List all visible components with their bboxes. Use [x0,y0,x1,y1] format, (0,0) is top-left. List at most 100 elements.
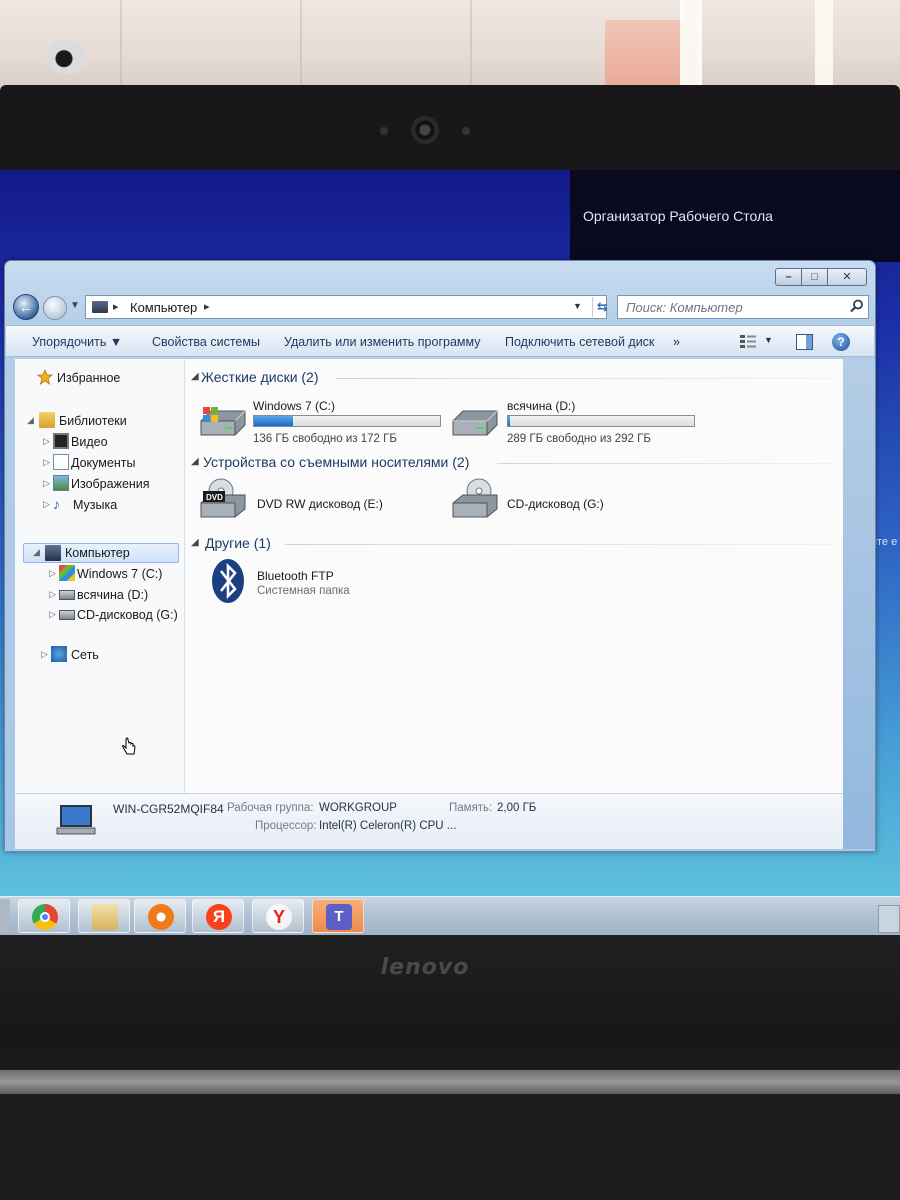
taskbar-yandex[interactable]: Я [192,899,244,933]
breadcrumb-separator-icon[interactable]: ▸ [113,300,119,313]
hard-drive-icon[interactable] [451,409,499,439]
taskbar: Я Y T [0,896,900,938]
map-network-drive-button[interactable]: Подключить сетевой диск [505,335,654,349]
expand-triangle-icon[interactable]: ▷ [49,568,56,579]
explorer-window[interactable]: – □ ✕ ← → ▼ ▸ Компьютер ▸ ▼ ⇆ Поиск: Ком… [4,260,876,852]
group-header-removable[interactable]: Устройства со съемными носителями (2) [203,454,469,470]
sidebar-item-drive-c[interactable]: Windows 7 (C:) [77,567,162,581]
maximize-button[interactable]: □ [801,268,827,286]
group-collapse-icon[interactable]: ◢ [191,456,199,467]
minimize-button[interactable]: – [775,268,801,286]
drive-e-name[interactable]: DVD RW дисковод (E:) [257,497,383,511]
sidebar-item-network[interactable]: Сеть [71,648,99,662]
details-pane: WIN-CGR52MQIF84 Рабочая группа: WORKGROU… [15,793,843,849]
taskbar-yandex-browser[interactable]: Y [252,899,304,933]
expand-triangle-icon[interactable]: ▷ [41,649,48,660]
taskbar-media-player[interactable] [134,899,186,933]
close-button[interactable]: ✕ [827,268,867,286]
webcam-icon [411,116,439,144]
system-properties-button[interactable]: Свойства системы [152,335,260,349]
taskbar-teams[interactable]: T [312,899,364,933]
expand-triangle-icon[interactable]: ▷ [49,609,56,620]
sidebar-item-computer[interactable]: Компьютер [65,546,130,560]
forward-button[interactable]: → [43,296,67,320]
window-frame-right [843,359,875,849]
address-dropdown-icon[interactable]: ▼ [573,301,582,311]
sidebar-item-video[interactable]: Видео [71,435,108,449]
collapse-triangle-icon[interactable]: ◢ [33,547,40,558]
address-bar[interactable]: ▸ Компьютер ▸ ▼ ⇆ [85,295,608,319]
group-collapse-icon[interactable]: ◢ [191,371,199,382]
group-header-other[interactable]: Другие (1) [205,535,271,551]
sidebar-item-drive-g[interactable]: CD-дисковод (G:) [77,608,178,622]
bluetooth-ftp-name[interactable]: Bluetooth FTP [257,569,334,583]
drive-c-free-space: 136 ГБ свободно из 172 ГБ [253,433,397,445]
room-background [0,0,900,90]
sensor [462,127,470,135]
bluetooth-icon[interactable] [211,557,245,605]
computer-icon [45,545,61,561]
search-icon[interactable] [850,299,864,313]
sidebar-item-libraries[interactable]: Библиотеки [59,414,127,428]
workgroup-label: Рабочая группа: [227,802,314,814]
breadcrumb-separator-icon[interactable]: ▸ [204,300,210,313]
change-view-icon[interactable] [739,334,757,350]
caption-buttons: – □ ✕ [775,268,867,288]
search-input[interactable]: Поиск: Компьютер [617,295,869,319]
show-desktop-button[interactable] [878,905,900,933]
dvd-badge: DVD [206,493,223,502]
sensor [380,127,388,135]
drive-d-usage-bar [507,415,695,427]
group-collapse-icon[interactable]: ◢ [191,537,199,548]
content-pane: ◢ Жесткие диски (2) Windows 7 (C:) 136 Г… [185,359,843,793]
sidebar-item-drive-d[interactable]: всячина (D:) [77,588,148,602]
expand-triangle-icon[interactable]: ▷ [43,499,50,510]
more-commands-button[interactable]: » [673,335,680,349]
laptop-hinge [0,1070,900,1094]
computer-icon [92,301,108,313]
expand-triangle-icon[interactable]: ▷ [43,457,50,468]
workgroup-value: WORKGROUP [319,802,397,814]
hard-drive-icon [59,590,75,600]
navigation-bar: ← → ▼ ▸ Компьютер ▸ ▼ ⇆ Поиск: Компьютер [13,294,869,320]
organize-button[interactable]: Упорядочить ▼ [32,335,122,349]
sidebar-item-pictures[interactable]: Изображения [71,477,150,491]
expand-triangle-icon[interactable]: ▷ [49,589,56,600]
uninstall-program-button[interactable]: Удалить или изменить программу [284,335,481,349]
drive-d-free-space: 289 ГБ свободно из 292 ГБ [507,433,651,445]
memory-value: 2,00 ГБ [497,802,537,814]
help-icon[interactable]: ? [832,333,850,351]
recent-pages-dropdown[interactable]: ▼ [70,300,80,311]
start-button[interactable] [0,899,10,933]
cd-drive-icon[interactable] [451,477,501,521]
expand-triangle-icon[interactable]: ▷ [43,478,50,489]
breadcrumb-computer[interactable]: Компьютер [130,300,197,315]
computer-icon [56,805,96,835]
drive-g-name[interactable]: CD-дисковод (G:) [507,497,604,511]
collapse-triangle-icon[interactable]: ◢ [27,415,34,426]
lenovo-logo: lenovo [380,955,470,980]
sidebar-item-music[interactable]: Музыка [73,498,117,512]
back-button[interactable]: ← [13,294,39,320]
memory-label: Память: [449,802,493,814]
refresh-icon[interactable]: ⇆ [592,297,612,317]
preview-pane-icon[interactable] [796,334,813,350]
expand-triangle-icon[interactable]: ▷ [43,436,50,447]
sidebar-item-documents[interactable]: Документы [71,456,135,470]
documents-library-icon [53,454,69,470]
taskbar-file-explorer[interactable] [78,899,130,933]
drive-d-name[interactable]: всячина (D:) [507,399,575,413]
sidebar-item-favorites[interactable]: Избранное [57,371,120,385]
command-bar: Упорядочить ▼ Свойства системы Удалить и… [6,325,874,357]
group-divider [335,378,835,379]
wall-sign [605,20,685,90]
view-dropdown-icon[interactable]: ▼ [764,335,773,345]
yandex-icon: Я [206,904,232,930]
chrome-icon-center [40,912,50,922]
ceiling-light [680,0,702,90]
taskbar-chrome[interactable] [18,899,70,933]
drive-c-name[interactable]: Windows 7 (C:) [253,399,335,413]
network-icon [51,646,67,662]
group-header-hard-drives[interactable]: Жесткие диски (2) [201,369,319,385]
windows-hard-drive-icon[interactable] [199,405,247,439]
